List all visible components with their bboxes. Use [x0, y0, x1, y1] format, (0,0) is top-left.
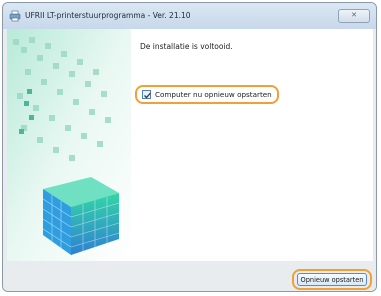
restart-button[interactable]: Opnieuw opstarten	[297, 273, 367, 286]
completion-message: De installatie is voltooid.	[140, 42, 233, 51]
restart-button-highlight: Opnieuw opstarten	[292, 269, 372, 290]
close-button[interactable]: ✕	[338, 9, 370, 23]
close-icon: ✕	[351, 11, 357, 19]
restart-checkbox[interactable]	[142, 90, 151, 99]
window-title: UFRII LT-printerstuurprogramma - Ver. 21…	[25, 11, 191, 20]
title-bar: UFRII LT-printerstuurprogramma - Ver. 21…	[3, 3, 376, 29]
wizard-content: De installatie is voltooid. Computer nu …	[7, 29, 373, 261]
restart-checkbox-row[interactable]: Computer nu opnieuw opstarten	[135, 85, 279, 104]
button-bar: Opnieuw opstarten	[3, 261, 376, 291]
installer-window: UFRII LT-printerstuurprogramma - Ver. 21…	[2, 2, 377, 292]
restart-button-label: Opnieuw opstarten	[300, 276, 364, 284]
restart-checkbox-label: Computer nu opnieuw opstarten	[155, 90, 272, 99]
cube-artwork	[7, 29, 131, 261]
printer-icon	[9, 10, 21, 22]
checkmark-icon	[144, 92, 151, 99]
